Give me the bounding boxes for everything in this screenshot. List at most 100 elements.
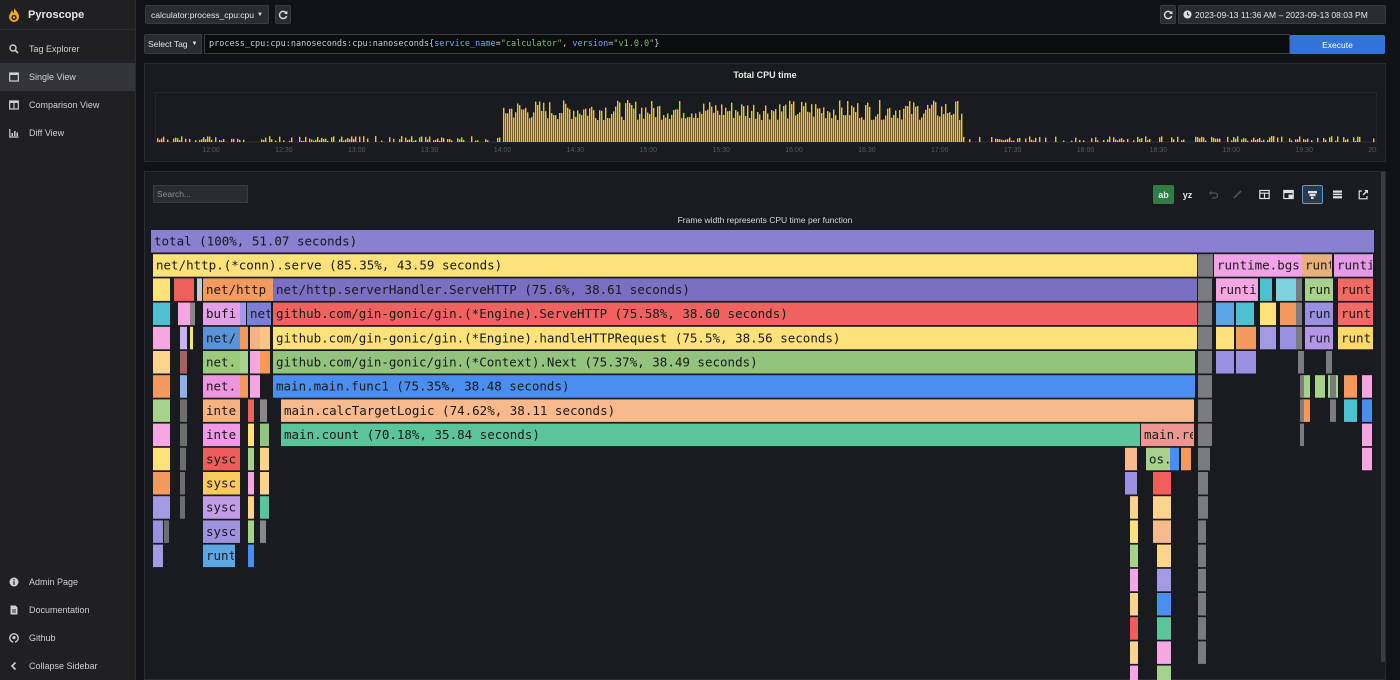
flame-frame[interactable] [1198,302,1212,326]
flame-frame[interactable]: github.com/gin-gonic/gin.(*Engine).Serve… [273,302,1197,326]
flame-frame[interactable] [1344,399,1357,422]
flame-frame[interactable] [250,351,260,374]
flame-frame[interactable] [1198,326,1212,350]
flame-frame[interactable]: sysc [203,447,240,471]
flamegraph-view-button[interactable] [1302,185,1323,204]
flame-frame[interactable]: runt [1338,326,1373,350]
flame-frame[interactable] [180,423,187,447]
flame-frame[interactable] [260,423,269,447]
sidebar-item-collapse[interactable]: Collapse Sidebar [0,652,135,680]
flame-frame[interactable]: net [247,302,273,326]
flame-frame[interactable] [1130,496,1138,519]
flame-frame[interactable] [174,278,194,301]
flame-frame[interactable]: net. [203,375,240,398]
export-button[interactable] [1353,185,1374,204]
refresh-apps-button[interactable] [275,5,291,24]
flame-frame[interactable] [260,472,269,495]
flame-frame[interactable] [1198,278,1212,301]
flame-frame[interactable]: os. [1146,447,1172,471]
query-input[interactable]: process_cpu:cpu:nanoseconds:cpu:nanoseco… [204,34,1290,54]
flame-frame[interactable] [1198,423,1212,447]
flame-frame[interactable] [1130,568,1138,592]
flame-frame[interactable]: sysc [203,520,240,543]
flame-frame[interactable] [1125,447,1137,471]
flame-frame[interactable] [1216,351,1234,374]
flame-frame[interactable] [248,447,254,471]
flame-frame[interactable]: net. [203,351,240,374]
flame-frame[interactable] [1198,399,1212,422]
flame-frame[interactable] [240,351,248,374]
flame-frame[interactable] [153,399,170,422]
flame-frame[interactable] [1326,351,1332,374]
flame-frame[interactable] [153,544,163,568]
flame-frame[interactable] [1198,593,1206,616]
flame-frame[interactable] [1330,375,1336,398]
flame-frame[interactable] [1198,254,1212,277]
flame-frame[interactable]: runt [203,544,236,568]
flame-frame[interactable] [153,472,170,495]
flame-frame[interactable] [1198,472,1208,495]
flame-frame[interactable] [1260,326,1276,350]
flame-frame[interactable] [180,447,186,471]
flame-frame[interactable] [1315,375,1325,398]
sandwich-view-button[interactable] [1327,185,1348,204]
flame-frame[interactable] [180,375,187,398]
flame-frame[interactable] [180,472,185,495]
sidebar-item-admin-page[interactable]: Admin Page [0,568,135,596]
flame-frame[interactable] [260,399,267,422]
flame-frame[interactable] [1362,447,1372,471]
flame-frame[interactable]: runt [1302,254,1335,277]
flame-frame[interactable] [153,278,170,301]
flame-frame[interactable] [1198,544,1206,568]
flame-frame[interactable] [1130,544,1138,568]
select-tag-dropdown[interactable]: Select Tag ▼ [144,34,202,54]
flame-frame[interactable]: runt [1338,302,1373,326]
flamegraph-canvas[interactable]: total (100%, 51.07 seconds) net/http.(*co… [150,230,1375,680]
flame-frame[interactable]: main.count (70.18%, 35.84 seconds) [281,423,1140,447]
sidebar-item-diff-view[interactable]: Diff View [0,119,135,147]
flame-frame[interactable] [178,302,190,326]
flame-frame[interactable] [1260,278,1272,301]
flame-frame[interactable] [1130,520,1138,543]
flame-frame[interactable]: runti [1334,254,1375,277]
flame-frame[interactable] [1130,593,1138,616]
flame-frame[interactable] [180,399,187,422]
flame-frame[interactable] [1157,665,1171,680]
flame-frame[interactable] [250,326,260,350]
flame-frame[interactable] [1280,326,1296,350]
undo-button[interactable] [1203,185,1224,204]
flame-frame[interactable] [1300,399,1304,422]
table-view-button[interactable] [1254,185,1275,204]
flame-frame[interactable] [1300,423,1304,447]
flame-frame[interactable]: github.com/gin-gonic/gin.(*Engine).handl… [273,326,1197,350]
flame-frame[interactable] [1198,351,1212,374]
flame-frame[interactable] [248,423,254,447]
sort-by-name-button[interactable]: ab [1153,185,1174,204]
flame-frame[interactable]: inte [203,423,240,447]
flame-frame[interactable]: run [1305,302,1333,326]
flame-frame[interactable] [190,326,193,350]
flame-frame[interactable] [1198,375,1212,398]
flame-frame[interactable] [1298,351,1304,374]
flame-frame[interactable]: net/http.serverHandler.ServeHTTP (75.6%,… [273,278,1197,301]
flame-frame[interactable]: runtime.bgs [1214,254,1302,277]
flame-frame[interactable] [1216,302,1234,326]
flame-frame[interactable]: run [1305,278,1333,301]
flame-frame[interactable] [1330,399,1336,422]
flame-frame[interactable] [1130,641,1138,664]
flamegraph-search-input[interactable] [153,185,248,203]
flame-frame[interactable]: main.calcTargetLogic (74.62%, 38.11 seco… [281,399,1194,422]
flame-frame[interactable] [248,496,254,519]
flame-frame[interactable] [1236,302,1254,326]
flame-frame[interactable] [1362,375,1372,398]
flame-frame[interactable] [248,472,254,495]
flame-frame[interactable] [1296,302,1302,326]
flame-frame[interactable]: main.main.func1 (75.35%, 38.48 seconds) [273,375,1195,398]
flame-frame[interactable] [1276,278,1296,301]
flame-frame[interactable] [153,447,170,471]
flame-frame[interactable]: runti [1216,278,1258,301]
flame-frame[interactable]: runt [1338,278,1373,301]
flame-frame[interactable] [180,496,185,519]
flame-frame[interactable] [260,447,269,471]
flame-frame[interactable] [1181,447,1191,471]
